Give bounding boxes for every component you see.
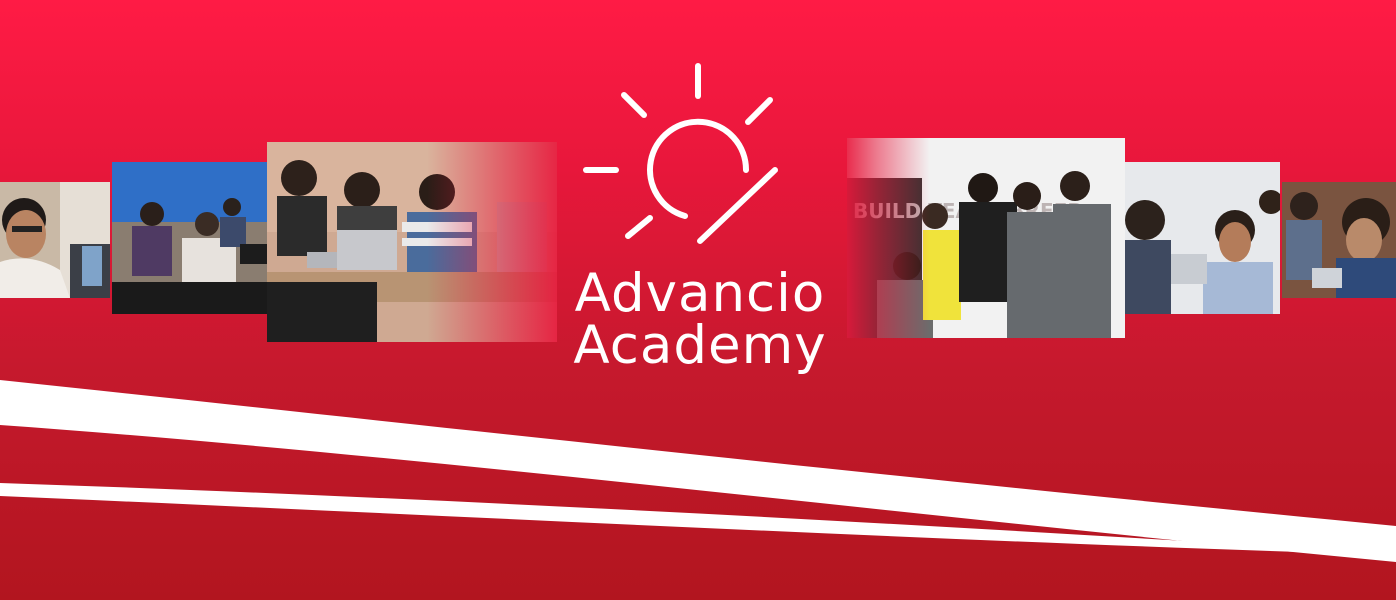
classroom-student-closeup-photo — [0, 182, 110, 298]
classroom-laptops-photo — [112, 162, 267, 314]
brand-line-1: Advancio — [574, 263, 826, 324]
sun-bulb-icon — [583, 63, 778, 244]
brand-line-2: Academy — [573, 315, 827, 376]
hero-banner: BUILD TEACH BREED — [0, 0, 1396, 600]
student-laptop-photo — [1282, 182, 1396, 298]
student-thinking-photo — [1125, 162, 1280, 314]
brand-title: Advancio Academy — [470, 263, 930, 376]
